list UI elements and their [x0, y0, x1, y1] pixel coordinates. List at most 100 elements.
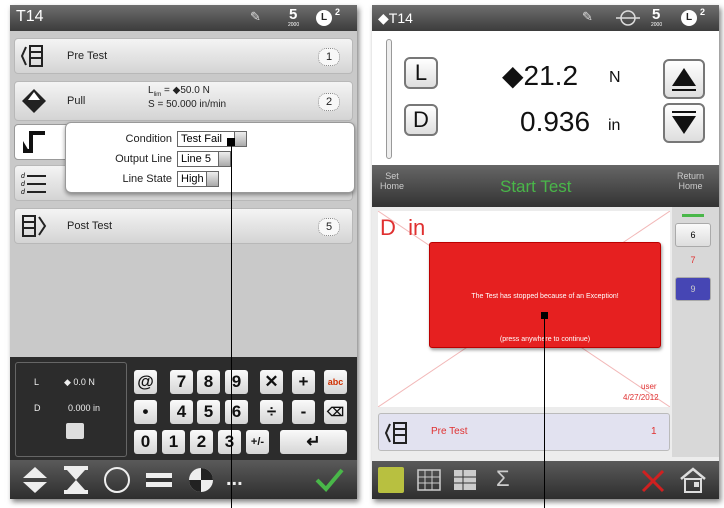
key-plus[interactable]: +	[292, 370, 315, 394]
jog-up-button[interactable]	[663, 59, 705, 99]
line-state-label: Line State	[122, 173, 172, 185]
readout-box: L ◆ 0.0 N D 0.000 in	[15, 362, 127, 457]
key-plus-minus[interactable]: +/-	[246, 430, 269, 454]
readout-panel: L D ◆21.2 N 0.936 in	[372, 31, 719, 165]
key-2[interactable]: 2	[190, 430, 213, 454]
callout-dot	[227, 138, 235, 146]
slider-track[interactable]	[386, 39, 392, 159]
key-clear[interactable]: ✕	[260, 370, 283, 394]
side-item-9[interactable]: 9	[675, 277, 711, 301]
chevron-down-icon	[234, 132, 246, 146]
keyboard-icon[interactable]	[66, 423, 84, 439]
step-output-icon	[23, 131, 45, 153]
load-label: L	[34, 377, 40, 387]
return-home-button[interactable]: Return Home	[677, 171, 704, 191]
load-channel-button[interactable]: L	[404, 57, 438, 89]
key-dot[interactable]: •	[134, 400, 157, 424]
row-number: 1	[318, 48, 340, 66]
plot-date: 4/27/2012	[623, 393, 659, 402]
jog-up-icon	[672, 68, 696, 91]
key-minus[interactable]: -	[292, 400, 315, 424]
posttest-icon	[22, 215, 47, 237]
list-item-pull[interactable]: Pull Llim = ◆50.0 N S = 50.000 in/min 2	[14, 81, 353, 121]
start-test-button[interactable]: Start Test	[500, 177, 572, 197]
more-button[interactable]: ...	[226, 468, 243, 491]
output-line-label: Output Line	[115, 153, 172, 165]
disp-channel-button[interactable]: D	[404, 104, 438, 136]
hourglass-icon[interactable]	[62, 465, 90, 495]
key-at[interactable]: @	[134, 370, 157, 394]
key-4[interactable]: 4	[170, 400, 193, 424]
row-label: Post Test	[67, 220, 113, 232]
key-7[interactable]: 7	[170, 370, 193, 394]
check-icon[interactable]	[314, 466, 344, 494]
alert-continue: (press anywhere to continue)	[499, 336, 591, 343]
side-item-7[interactable]: 7	[675, 249, 711, 273]
cycle-icon[interactable]	[102, 465, 132, 495]
row-label: Pre Test	[67, 50, 108, 62]
home-icon[interactable]	[678, 466, 708, 494]
key-0[interactable]: 0	[134, 430, 157, 454]
key-divide[interactable]: ÷	[260, 400, 283, 424]
jog-down-button[interactable]	[663, 103, 705, 143]
exception-alert[interactable]: The Test has stopped because of an Excep…	[429, 242, 661, 348]
row-label: Pull	[67, 95, 86, 107]
sigma-icon[interactable]: Σ	[496, 466, 510, 492]
left-screen: T14 ✎ 5 2000 L 2 Pre Test 1 Pull Llim = …	[10, 5, 357, 499]
list-item-pre-test[interactable]: Pre Test 1	[378, 413, 670, 451]
callout-dot	[541, 312, 548, 319]
target-icon[interactable]	[186, 465, 216, 495]
pull-icon	[22, 89, 46, 113]
svg-text:d: d	[21, 189, 26, 196]
title-bar: T14 ✎ 5 2000 L 2	[10, 5, 357, 31]
app-title: ◆T14	[378, 10, 413, 26]
wrench-icon: ✎	[250, 9, 261, 24]
side-item-6[interactable]: 6	[675, 223, 711, 247]
list-item-post-test[interactable]: Post Test 5	[14, 208, 353, 244]
key-6[interactable]: 6	[225, 400, 248, 424]
list-item-pre-test[interactable]: Pre Test 1	[14, 38, 353, 74]
list-view-icon[interactable]	[378, 467, 404, 493]
output-line-select[interactable]: Line 5	[177, 151, 231, 167]
callout-line	[231, 141, 232, 508]
key-enter[interactable]: ↵	[280, 430, 347, 454]
callout-line	[544, 315, 545, 508]
key-9[interactable]: 9	[225, 370, 248, 394]
bottom-toolbar: ...	[10, 460, 357, 499]
status-num: 5	[289, 6, 298, 23]
key-1[interactable]: 1	[162, 430, 185, 454]
disp-label: D	[34, 403, 41, 413]
output-popup: Condition Test Fail Output Line Line 5 L…	[65, 122, 355, 193]
alert-message: The Test has stopped because of an Excep…	[471, 293, 619, 300]
close-icon[interactable]	[640, 468, 666, 494]
clock-icon: L	[316, 10, 332, 26]
condition-select[interactable]: Test Fail	[177, 131, 247, 147]
pretest-icon	[21, 45, 43, 67]
move-icon[interactable]	[20, 465, 50, 495]
key-8[interactable]: 8	[197, 370, 220, 394]
title-bar: ◆T14 ✎ 5 2000 L 2	[372, 5, 719, 31]
table-icon[interactable]	[452, 467, 478, 493]
row-number: 2	[318, 93, 340, 111]
load-value: ◆ 0.0 N	[64, 377, 95, 387]
set-home-button[interactable]: Set Home	[380, 171, 404, 191]
line-state-select[interactable]: High	[177, 171, 219, 187]
jog-down-icon	[672, 111, 696, 134]
condition-label: Condition	[125, 133, 172, 145]
load-unit: N	[609, 69, 621, 86]
key-3[interactable]: 3	[218, 430, 241, 454]
key-abc[interactable]: abc	[324, 370, 347, 394]
backspace-icon[interactable]: ⌫	[324, 400, 347, 424]
status-sub: 2000	[651, 22, 663, 28]
key-5[interactable]: 5	[197, 400, 220, 424]
app-title: T14	[16, 8, 44, 25]
keypad-panel: L ◆ 0.0 N D 0.000 in @ 7 8 9 ✕ + abc • 4…	[10, 357, 357, 460]
side-green-mark	[682, 214, 704, 217]
bottom-toolbar: Σ	[372, 461, 719, 499]
grid-icon[interactable]	[416, 467, 442, 493]
bar-icon[interactable]	[144, 465, 174, 495]
pretest-icon	[385, 422, 407, 444]
row-number: 1	[651, 426, 657, 437]
status-num: 5	[652, 6, 661, 23]
plot-user: user	[641, 382, 657, 391]
